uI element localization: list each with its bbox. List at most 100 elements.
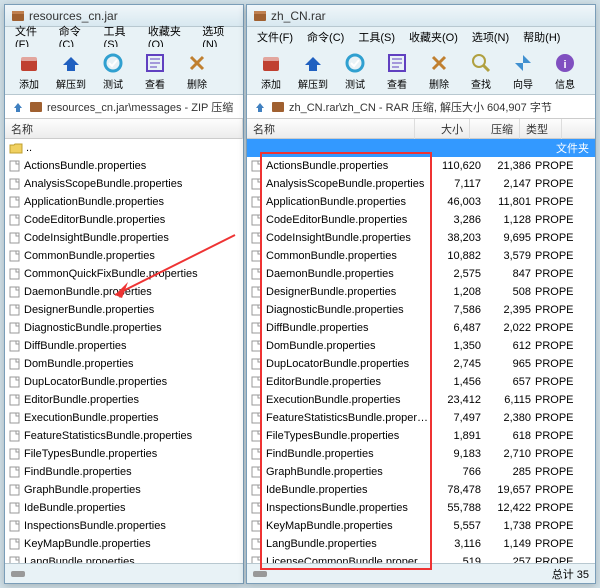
folder-up-icon bbox=[9, 142, 23, 154]
list-item[interactable]: InspectionsBundle.properties55,78812,422… bbox=[247, 499, 595, 517]
header-compressed[interactable]: 压缩 bbox=[470, 119, 520, 139]
tool-测试[interactable]: 测试 bbox=[93, 49, 133, 93]
tool-查看[interactable]: 查看 bbox=[135, 49, 175, 93]
list-item[interactable]: EditorBundle.properties1,456657PROPE bbox=[247, 373, 595, 391]
up-dir[interactable]: .. bbox=[5, 139, 243, 157]
list-item[interactable]: DiffBundle.properties6,4872,022PROPE bbox=[247, 319, 595, 337]
tool-测试[interactable]: 测试 bbox=[335, 49, 375, 93]
list-item[interactable]: KeyMapBundle.properties5,5571,738PROPE bbox=[247, 517, 595, 535]
window-zhcn: zh_CN.rar 文件(F)命令(C)工具(S)收藏夹(O)选项(N)帮助(H… bbox=[246, 4, 596, 584]
list-item[interactable]: ExecutionBundle.properties bbox=[5, 409, 243, 427]
folder-row[interactable]: 文件夹 bbox=[247, 139, 595, 157]
list-item[interactable]: DupLocatorBundle.properties bbox=[5, 373, 243, 391]
list-item[interactable]: CodeInsightBundle.properties bbox=[5, 229, 243, 247]
list-item[interactable]: DaemonBundle.properties bbox=[5, 283, 243, 301]
list-item[interactable]: DaemonBundle.properties2,575847PROPE bbox=[247, 265, 595, 283]
path-text: resources_cn.jar\messages - ZIP 压缩 bbox=[47, 99, 233, 115]
archive-icon bbox=[271, 100, 285, 114]
statusbar bbox=[5, 563, 243, 583]
list-item[interactable]: DiffBundle.properties bbox=[5, 337, 243, 355]
list-item[interactable]: ExecutionBundle.properties23,4126,115PRO… bbox=[247, 391, 595, 409]
menu-item[interactable]: 命令(C) bbox=[301, 27, 350, 47]
menu-item[interactable]: 收藏夹(O) bbox=[403, 27, 464, 47]
archive-icon bbox=[253, 9, 267, 23]
header-name[interactable]: 名称 bbox=[247, 119, 415, 139]
status-icon bbox=[11, 569, 25, 579]
pathbar[interactable]: resources_cn.jar\messages - ZIP 压缩 bbox=[5, 95, 243, 119]
list-item[interactable]: ApplicationBundle.properties46,00311,801… bbox=[247, 193, 595, 211]
list-item[interactable]: ApplicationBundle.properties bbox=[5, 193, 243, 211]
tool-解压到[interactable]: 解压到 bbox=[293, 49, 333, 93]
archive-icon bbox=[29, 100, 43, 114]
tool-添加[interactable]: 添加 bbox=[251, 49, 291, 93]
tool-添加[interactable]: 添加 bbox=[9, 49, 49, 93]
up-icon[interactable] bbox=[11, 100, 25, 114]
list-item[interactable]: FileTypesBundle.properties bbox=[5, 445, 243, 463]
list-item[interactable]: GraphBundle.properties bbox=[5, 481, 243, 499]
tool-查找[interactable]: 查找 bbox=[461, 49, 501, 93]
menu-item[interactable]: 选项(N) bbox=[466, 27, 515, 47]
column-header[interactable]: 名称 bbox=[5, 119, 243, 139]
list-item[interactable]: DomBundle.properties1,350612PROPE bbox=[247, 337, 595, 355]
list-item[interactable]: LangBundle.properties bbox=[5, 553, 243, 563]
tool-解压到[interactable]: 解压到 bbox=[51, 49, 91, 93]
list-item[interactable]: EditorBundle.properties bbox=[5, 391, 243, 409]
list-item[interactable]: AnalysisScopeBundle.properties7,1172,147… bbox=[247, 175, 595, 193]
menu-item[interactable]: 工具(S) bbox=[352, 27, 401, 47]
list-item[interactable]: DupLocatorBundle.properties2,745965PROPE bbox=[247, 355, 595, 373]
tool-删除[interactable]: 删除 bbox=[177, 49, 217, 93]
tool-删除[interactable]: 删除 bbox=[419, 49, 459, 93]
list-item[interactable]: CodeEditorBundle.properties3,2861,128PRO… bbox=[247, 211, 595, 229]
list-item[interactable]: FileTypesBundle.properties1,891618PROPE bbox=[247, 427, 595, 445]
list-item[interactable]: DomBundle.properties bbox=[5, 355, 243, 373]
list-item[interactable]: IdeBundle.properties78,47819,657PROPE bbox=[247, 481, 595, 499]
list-item[interactable]: CommonQuickFixBundle.properties bbox=[5, 265, 243, 283]
list-item[interactable]: IdeBundle.properties bbox=[5, 499, 243, 517]
tool-信息[interactable]: i信息 bbox=[545, 49, 585, 93]
list-item[interactable]: FeatureStatisticsBundle.properties bbox=[5, 427, 243, 445]
list-item[interactable]: LangBundle.properties3,1161,149PROPE bbox=[247, 535, 595, 553]
list-item[interactable]: CommonBundle.properties bbox=[5, 247, 243, 265]
list-item[interactable]: KeyMapBundle.properties bbox=[5, 535, 243, 553]
toolbar: 添加解压到测试查看删除 bbox=[5, 47, 243, 95]
statusbar: 总计 35 bbox=[247, 563, 595, 583]
list-item[interactable]: InspectionsBundle.properties bbox=[5, 517, 243, 535]
tool-查看[interactable]: 查看 bbox=[377, 49, 417, 93]
list-item[interactable]: DiagnosticBundle.properties bbox=[5, 319, 243, 337]
path-text: zh_CN.rar\zh_CN - RAR 压缩, 解压大小 604,907 字… bbox=[289, 99, 552, 115]
column-header[interactable]: 名称 大小 压缩 类型 bbox=[247, 119, 595, 139]
list-item[interactable]: ActionsBundle.properties bbox=[5, 157, 243, 175]
menu-item[interactable]: 文件(F) bbox=[251, 27, 299, 47]
list-item[interactable]: CodeEditorBundle.properties bbox=[5, 211, 243, 229]
list-item[interactable]: FindBundle.properties9,1832,710PROPE bbox=[247, 445, 595, 463]
list-item[interactable]: ActionsBundle.properties110,62021,386PRO… bbox=[247, 157, 595, 175]
header-name[interactable]: 名称 bbox=[5, 119, 243, 139]
list-item[interactable]: DiagnosticBundle.properties7,5862,395PRO… bbox=[247, 301, 595, 319]
list-item[interactable]: AnalysisScopeBundle.properties bbox=[5, 175, 243, 193]
file-list[interactable]: .. ActionsBundle.propertiesAnalysisScope… bbox=[5, 139, 243, 563]
status-total: 总计 35 bbox=[552, 566, 589, 582]
title-text: zh_CN.rar bbox=[271, 9, 326, 23]
up-icon[interactable] bbox=[253, 100, 267, 114]
list-item[interactable]: LicenseCommonBundle.properties519257PROP… bbox=[247, 553, 595, 563]
header-type[interactable]: 类型 bbox=[520, 119, 562, 139]
list-item[interactable]: CommonBundle.properties10,8823,579PROPE bbox=[247, 247, 595, 265]
header-size[interactable]: 大小 bbox=[415, 119, 470, 139]
status-icon bbox=[253, 569, 267, 579]
list-item[interactable]: CodeInsightBundle.properties38,2039,695P… bbox=[247, 229, 595, 247]
menubar: 文件(F)命令(C)工具(S)收藏夹(O)选项(N) bbox=[5, 27, 243, 47]
list-item[interactable]: DesignerBundle.properties1,208508PROPE bbox=[247, 283, 595, 301]
list-item[interactable]: GraphBundle.properties766285PROPE bbox=[247, 463, 595, 481]
list-item[interactable]: FindBundle.properties bbox=[5, 463, 243, 481]
list-item[interactable]: DesignerBundle.properties bbox=[5, 301, 243, 319]
list-item[interactable]: FeatureStatisticsBundle.properties7,4972… bbox=[247, 409, 595, 427]
tool-向导[interactable]: 向导 bbox=[503, 49, 543, 93]
svg-text:i: i bbox=[563, 59, 566, 71]
file-list[interactable]: 文件夹 ActionsBundle.properties110,62021,38… bbox=[247, 139, 595, 563]
menu-item[interactable]: 帮助(H) bbox=[517, 27, 566, 47]
titlebar[interactable]: zh_CN.rar bbox=[247, 5, 595, 27]
menubar: 文件(F)命令(C)工具(S)收藏夹(O)选项(N)帮助(H) bbox=[247, 27, 595, 47]
pathbar[interactable]: zh_CN.rar\zh_CN - RAR 压缩, 解压大小 604,907 字… bbox=[247, 95, 595, 119]
window-resources: resources_cn.jar 文件(F)命令(C)工具(S)收藏夹(O)选项… bbox=[4, 4, 244, 584]
toolbar: 添加解压到测试查看删除查找向导i信息 bbox=[247, 47, 595, 95]
